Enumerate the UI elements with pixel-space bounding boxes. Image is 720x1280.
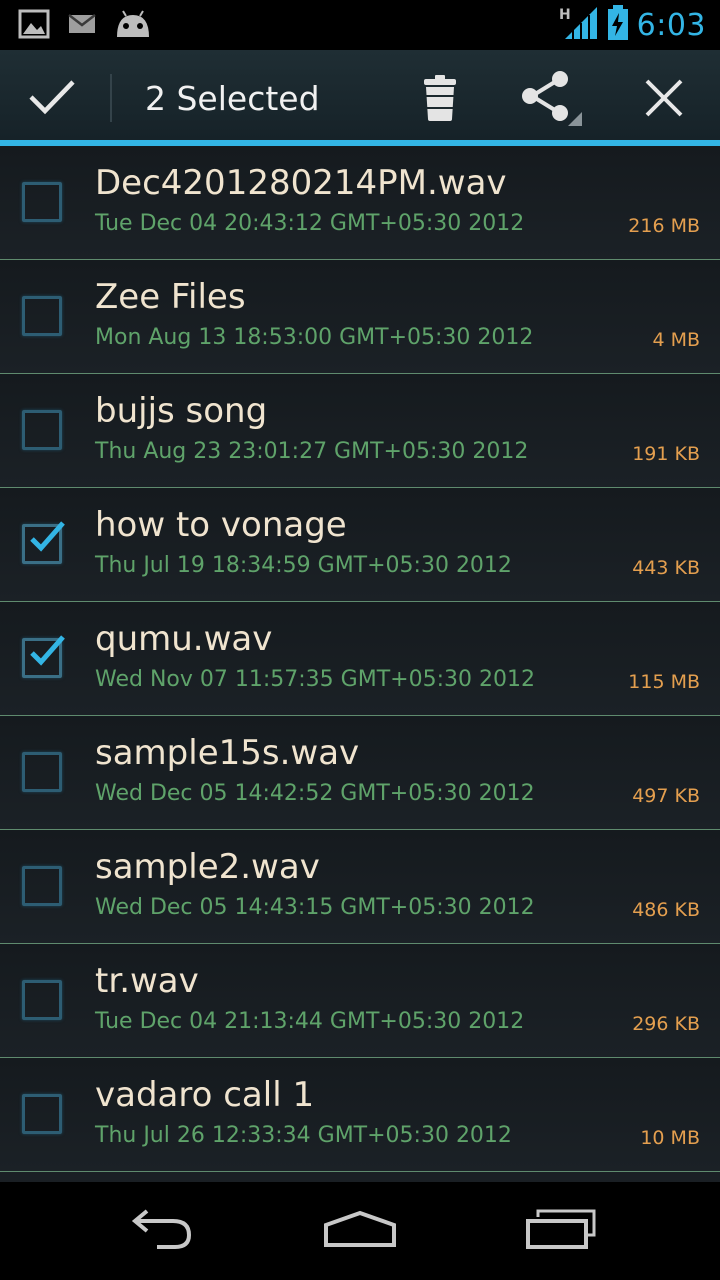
file-size: 296 KB — [632, 1013, 700, 1035]
file-size: 443 KB — [632, 557, 700, 579]
trash-icon — [422, 74, 458, 126]
home-icon — [322, 1209, 398, 1253]
action-bar — [0, 50, 720, 140]
action-bar-divider — [110, 74, 112, 122]
file-name: sample15s.wav — [95, 733, 360, 773]
item-checkbox[interactable] — [22, 296, 62, 336]
list-item[interactable]: tr.wav Tue Dec 04 21:13:44 GMT+05:30 201… — [0, 944, 720, 1058]
gmail-icon — [68, 12, 96, 40]
file-name: qumu.wav — [95, 619, 273, 659]
file-date: Wed Dec 05 14:42:52 GMT+05:30 2012 — [95, 781, 535, 806]
check-icon — [27, 77, 77, 121]
done-button[interactable] — [20, 72, 84, 126]
file-date: Thu Jul 26 12:33:34 GMT+05:30 2012 — [95, 1123, 512, 1148]
share-icon — [518, 68, 582, 132]
file-name: bujjs song — [95, 391, 268, 431]
file-date: Thu Aug 23 23:01:27 GMT+05:30 2012 — [95, 439, 529, 464]
network-type-label: H — [559, 7, 571, 23]
file-list[interactable]: Dec4201280214PM.wav Tue Dec 04 20:43:12 … — [0, 146, 720, 1182]
status-bar: H 6:03 — [0, 0, 720, 50]
checkmark-icon — [27, 633, 67, 673]
file-size: 191 KB — [632, 443, 700, 465]
item-checkbox[interactable] — [22, 1094, 62, 1134]
signal-icon: H — [559, 5, 599, 45]
file-date: Tue Dec 04 21:13:44 GMT+05:30 2012 — [95, 1009, 525, 1034]
recent-apps-button[interactable] — [512, 1192, 612, 1270]
file-date: Wed Nov 07 11:57:35 GMT+05:30 2012 — [95, 667, 535, 692]
item-checkbox[interactable] — [22, 752, 62, 792]
system-icons: H 6:03 — [559, 0, 706, 50]
item-checkbox[interactable] — [22, 980, 62, 1020]
gallery-icon — [18, 8, 50, 44]
list-item[interactable]: qumu.wav Wed Nov 07 11:57:35 GMT+05:30 2… — [0, 602, 720, 716]
item-checkbox[interactable] — [22, 182, 62, 222]
list-item[interactable]: vadaro call 1 Thu Jul 26 12:33:34 GMT+05… — [0, 1058, 720, 1172]
file-name: Zee Files — [95, 277, 246, 317]
back-icon — [125, 1209, 195, 1253]
file-name: sample2.wav — [95, 847, 320, 887]
share-button[interactable] — [518, 70, 582, 130]
list-item[interactable]: sample15s.wav Wed Dec 05 14:42:52 GMT+05… — [0, 716, 720, 830]
checkmark-icon — [27, 519, 67, 559]
delete-button[interactable] — [408, 70, 472, 130]
notification-icons — [18, 8, 152, 44]
recent-apps-icon — [526, 1209, 598, 1253]
back-button[interactable] — [110, 1192, 210, 1270]
item-checkbox[interactable] — [22, 410, 62, 450]
item-checkbox-checked[interactable] — [22, 521, 65, 564]
file-size: 216 MB — [628, 215, 700, 237]
file-name: how to vonage — [95, 505, 347, 545]
file-date: Mon Aug 13 18:53:00 GMT+05:30 2012 — [95, 325, 534, 350]
home-button[interactable] — [310, 1192, 410, 1270]
item-checkbox-checked[interactable] — [22, 635, 65, 678]
android-icon — [114, 9, 152, 43]
item-checkbox[interactable] — [22, 866, 62, 906]
list-item[interactable]: sample2.wav Wed Dec 05 14:43:15 GMT+05:3… — [0, 830, 720, 944]
list-item[interactable]: bujjs song Thu Aug 23 23:01:27 GMT+05:30… — [0, 374, 720, 488]
file-size: 115 MB — [628, 671, 700, 693]
file-date: Thu Jul 19 18:34:59 GMT+05:30 2012 — [95, 553, 512, 578]
close-selection-button[interactable] — [632, 70, 696, 130]
battery-charging-icon — [607, 5, 629, 45]
file-date: Tue Dec 04 20:43:12 GMT+05:30 2012 — [95, 211, 525, 236]
file-size: 497 KB — [632, 785, 700, 807]
navigation-bar — [0, 1182, 720, 1280]
file-name: tr.wav — [95, 961, 199, 1001]
list-item[interactable]: Zee Files Mon Aug 13 18:53:00 GMT+05:30 … — [0, 260, 720, 374]
file-name: Dec4201280214PM.wav — [95, 163, 507, 203]
file-name: vadaro call 1 — [95, 1075, 315, 1115]
close-icon — [644, 78, 684, 122]
file-date: Wed Dec 05 14:43:15 GMT+05:30 2012 — [95, 895, 535, 920]
file-size: 4 MB — [652, 329, 700, 351]
status-time: 6:03 — [636, 7, 706, 43]
list-item[interactable]: Dec4201280214PM.wav Tue Dec 04 20:43:12 … — [0, 146, 720, 260]
file-size: 486 KB — [632, 899, 700, 921]
list-item[interactable]: how to vonage Thu Jul 19 18:34:59 GMT+05… — [0, 488, 720, 602]
selection-count-title: 2 Selected — [145, 79, 320, 118]
file-size: 10 MB — [640, 1127, 700, 1149]
